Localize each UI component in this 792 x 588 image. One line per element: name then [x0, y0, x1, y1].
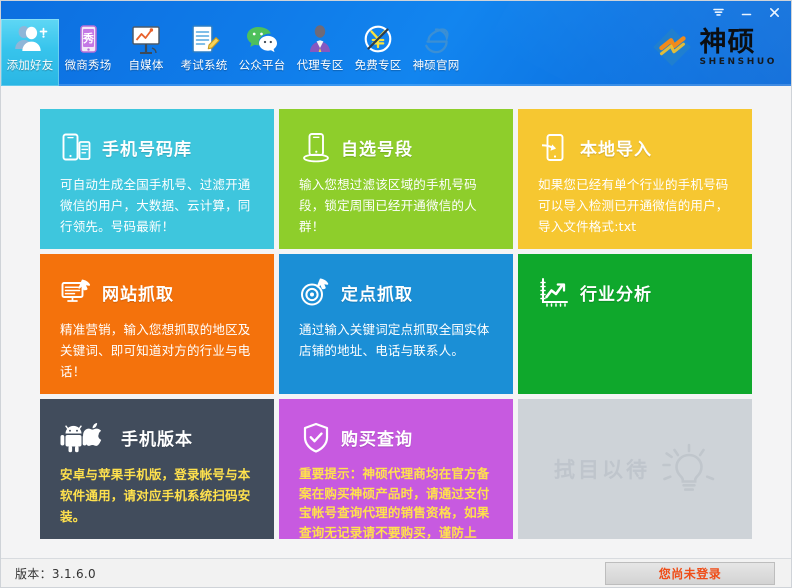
coming-soon-content: 拭目以待 [518, 399, 752, 539]
card-industry-analysis[interactable]: 行业分析 [518, 254, 752, 394]
app-window: 添加好友 秀 微商秀场 [0, 0, 792, 588]
card-title: 手机号码库 [102, 135, 192, 160]
phone-stand-icon [299, 131, 332, 163]
android-apple-icon [60, 421, 112, 453]
card-header: 行业分析 [538, 276, 734, 308]
card-title: 行业分析 [580, 280, 652, 305]
card-description: 安卓与苹果手机版，登录帐号与本软件通用，请对应手机系统扫码安装。 [60, 464, 256, 527]
toolbar-item-add-friend[interactable]: 添加好友 [1, 19, 59, 86]
card-header: 网站抓取 [60, 276, 256, 308]
card-title: 网站抓取 [102, 280, 174, 305]
svg-text:秀: 秀 [82, 31, 94, 45]
toolbar-item-label: 微商秀场 [65, 59, 112, 72]
free-yen-icon [358, 22, 398, 58]
toolbar-item-label: 免费专区 [355, 59, 402, 72]
toolbar-item-show[interactable]: 秀 微商秀场 [59, 19, 117, 86]
card-targeted-grab[interactable]: 定点抓取 通过输入关键词定点抓取全国实体店铺的地址、电话与联系人。 [279, 254, 513, 394]
minimize-icon[interactable] [733, 2, 759, 23]
agent-icon [300, 22, 340, 58]
target-grab-icon [299, 276, 332, 308]
card-title: 手机版本 [121, 425, 193, 450]
chart-growth-icon [538, 276, 571, 308]
version-label: 版本：3.1.6.0 [15, 565, 96, 582]
brand-mark-icon [650, 27, 694, 69]
status-bar: 版本：3.1.6.0 您尚未登录 [1, 558, 791, 587]
add-friend-icon [10, 22, 50, 58]
card-title: 本地导入 [580, 135, 652, 160]
monitor-grab-icon [60, 276, 93, 308]
card-description: 重要提示：神硕代理商均在官方备案在购买神硕产品时，请通过支付宝帐号查询代理的销售… [299, 464, 495, 539]
card-description: 输入您想过滤该区域的手机号码段，锁定周围已经开通微信的人群！ [299, 174, 495, 237]
toolbar-item-label: 添加好友 [7, 59, 54, 72]
card-description: 精准营销，输入您想抓取的地区及关键词、即可知道对方的行业与电话！ [60, 319, 256, 382]
coming-soon-label: 拭目以待 [554, 454, 650, 484]
card-description: 如果您已经有单个行业的手机号码可以导入检测已开通微信的用户，导入文件格式:txt [538, 174, 734, 237]
media-board-icon [126, 22, 166, 58]
wechat-icon [242, 22, 282, 58]
phone-import-icon [538, 131, 571, 163]
brand-name-en: SHENSHUO [700, 58, 777, 67]
card-phone-database[interactable]: 手机号码库 可自动生成全国手机号、过滤开通微信的用户，大数据、云计算，同行领先。… [40, 109, 274, 249]
feature-card-grid: 手机号码库 可自动生成全国手机号、过滤开通微信的用户，大数据、云计算，同行领先。… [40, 109, 754, 539]
card-mobile-version[interactable]: 手机版本 安卓与苹果手机版，登录帐号与本软件通用，请对应手机系统扫码安装。 [40, 399, 274, 539]
card-description: 通过输入关键词定点抓取全国实体店铺的地址、电话与联系人。 [299, 319, 495, 361]
brand-logo: 神硕 SHENSHUO [650, 27, 777, 69]
toolbar-item-wechat[interactable]: 公众平台 [233, 19, 291, 86]
card-header: 购买查询 [299, 421, 495, 453]
login-status-button[interactable]: 您尚未登录 [605, 562, 775, 585]
menu-icon[interactable] [705, 2, 731, 23]
card-title: 购买查询 [341, 425, 413, 450]
close-icon[interactable] [761, 2, 787, 23]
card-purchase-verify[interactable]: 购买查询 重要提示：神硕代理商均在官方备案在购买神硕产品时，请通过支付宝帐号查询… [279, 399, 513, 539]
shield-check-icon [299, 421, 332, 453]
card-website-grab[interactable]: 网站抓取 精准营销，输入您想抓取的地区及关键词、即可知道对方的行业与电话！ [40, 254, 274, 394]
toolbar-item-label: 公众平台 [239, 59, 286, 72]
card-local-import[interactable]: 本地导入 如果您已经有单个行业的手机号码可以导入检测已开通微信的用户，导入文件格… [518, 109, 752, 249]
lightbulb-icon [660, 441, 716, 497]
card-header: 定点抓取 [299, 276, 495, 308]
brand-name-cn: 神硕 [700, 29, 756, 56]
exam-icon [184, 22, 224, 58]
card-title: 定点抓取 [341, 280, 413, 305]
toolbar-item-exam[interactable]: 考试系统 [175, 19, 233, 86]
phone-database-icon [60, 131, 93, 163]
card-title: 自选号段 [341, 135, 413, 160]
ie-browser-icon [416, 22, 456, 58]
toolbar-item-label: 考试系统 [181, 59, 228, 72]
card-header: 本地导入 [538, 131, 734, 163]
card-header: 自选号段 [299, 131, 495, 163]
window-controls [705, 1, 787, 23]
toolbar-item-media[interactable]: 自媒体 [117, 19, 175, 86]
toolbar-item-label: 代理专区 [297, 59, 344, 72]
toolbar-item-label: 神硕官网 [413, 59, 460, 72]
show-icon: 秀 [68, 22, 108, 58]
toolbar-item-agent[interactable]: 代理专区 [291, 19, 349, 86]
main-toolbar: 添加好友 秀 微商秀场 [1, 19, 465, 86]
toolbar-item-label: 自媒体 [128, 59, 163, 72]
login-status-text: 您尚未登录 [659, 565, 722, 582]
toolbar-item-website[interactable]: 神硕官网 [407, 19, 465, 86]
card-header: 手机版本 [60, 421, 256, 453]
titlebar-toolbar: 添加好友 秀 微商秀场 [1, 1, 791, 86]
card-description: 可自动生成全国手机号、过滤开通微信的用户，大数据、云计算，同行领先。号码最新！ [60, 174, 256, 237]
card-coming-soon[interactable]: 拭目以待 [518, 399, 752, 539]
card-number-range[interactable]: 自选号段 输入您想过滤该区域的手机号码段，锁定周围已经开通微信的人群！ [279, 109, 513, 249]
card-header: 手机号码库 [60, 131, 256, 163]
main-content: 手机号码库 可自动生成全国手机号、过滤开通微信的用户，大数据、云计算，同行领先。… [1, 86, 791, 558]
toolbar-item-free[interactable]: 免费专区 [349, 19, 407, 86]
